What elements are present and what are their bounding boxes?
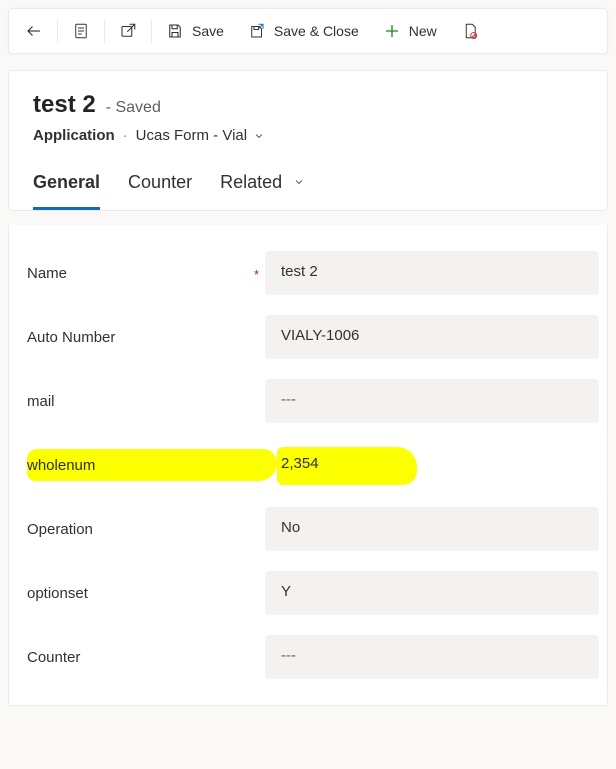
field-operation: Operation No [27, 505, 599, 553]
field-operation-input[interactable]: No [265, 507, 599, 551]
form-icon [72, 22, 90, 40]
field-mail-label: mail [27, 393, 265, 410]
save-label: Save [192, 23, 224, 39]
new-button[interactable]: New [371, 9, 449, 53]
form-body: Name * test 2 Auto Number VIALY-1006 mai… [8, 225, 608, 706]
save-status: Saved [106, 99, 161, 117]
entity-name: Application [33, 127, 115, 144]
chevron-down-icon [253, 130, 265, 142]
back-button[interactable] [13, 9, 55, 53]
field-optionset: optionset Y [27, 569, 599, 617]
field-wholenum-label: wholenum [27, 457, 265, 474]
field-wholenum-input[interactable]: 2,354 [265, 443, 599, 487]
tab-general[interactable]: General [33, 172, 100, 210]
form-selector-button[interactable] [60, 9, 102, 53]
record-header: test 2 Saved Application · Ucas Form - V… [8, 70, 608, 211]
field-counter-label: Counter [27, 649, 265, 666]
tab-related-label: Related [220, 172, 282, 192]
field-operation-label: Operation [27, 521, 265, 538]
form-picker[interactable]: Ucas Form - Vial [136, 127, 265, 144]
open-in-new-icon [119, 22, 137, 40]
deactivate-button[interactable] [449, 9, 479, 53]
field-counter: Counter --- [27, 633, 599, 681]
field-counter-input[interactable]: --- [265, 635, 599, 679]
save-icon [166, 22, 184, 40]
required-indicator: * [254, 267, 259, 282]
save-close-label: Save & Close [274, 23, 359, 39]
field-autonumber-input[interactable]: VIALY-1006 [265, 315, 599, 359]
field-name: Name * test 2 [27, 249, 599, 297]
save-button[interactable]: Save [154, 9, 236, 53]
field-optionset-input[interactable]: Y [265, 571, 599, 615]
deactivate-icon [461, 22, 479, 40]
dot-separator: · [123, 127, 128, 144]
tab-list: General Counter Related [33, 172, 583, 210]
toolbar-divider [104, 19, 105, 43]
field-autonumber-label: Auto Number [27, 329, 265, 346]
plus-icon [383, 22, 401, 40]
field-optionset-label: optionset [27, 585, 265, 602]
open-in-new-button[interactable] [107, 9, 149, 53]
toolbar-divider [151, 19, 152, 43]
back-icon [25, 22, 43, 40]
command-bar: Save Save & Close New [8, 8, 608, 54]
new-label: New [409, 23, 437, 39]
tab-related[interactable]: Related [220, 172, 305, 210]
chevron-down-icon [293, 176, 305, 188]
field-mail-input[interactable]: --- [265, 379, 599, 423]
toolbar-divider [57, 19, 58, 43]
record-title: test 2 [33, 91, 96, 119]
form-name: Ucas Form - Vial [136, 127, 247, 144]
field-mail: mail --- [27, 377, 599, 425]
save-close-icon [248, 22, 266, 40]
field-name-input[interactable]: test 2 [265, 251, 599, 295]
save-close-button[interactable]: Save & Close [236, 9, 371, 53]
field-name-label: Name * [27, 265, 265, 282]
field-wholenum: wholenum 2,354 [27, 441, 599, 489]
tab-counter[interactable]: Counter [128, 172, 192, 210]
field-autonumber: Auto Number VIALY-1006 [27, 313, 599, 361]
